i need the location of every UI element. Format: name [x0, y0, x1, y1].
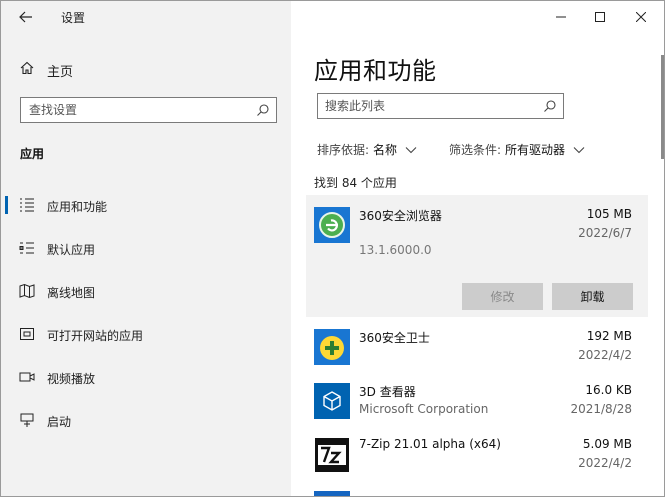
- default-apps-icon: [19, 242, 34, 254]
- minimize-button[interactable]: [546, 5, 576, 29]
- app-name: 7-Zip 21.01 alpha (x64): [359, 437, 501, 451]
- video-playback-icon: [19, 372, 35, 382]
- filter-dropdown[interactable]: 筛选条件: 所有驱动器: [449, 141, 585, 158]
- app-publisher: Microsoft Corporation: [359, 402, 489, 416]
- search-icon[interactable]: [256, 103, 270, 117]
- list-search-input[interactable]: [318, 94, 538, 118]
- list-item[interactable]: 3D 查看器 Microsoft Corporation 16.0 KB 202…: [306, 371, 648, 425]
- app-date: 2021/8/28: [570, 402, 632, 416]
- sidebar-item-home[interactable]: 主页: [1, 53, 291, 85]
- chevron-down-icon: [573, 146, 585, 153]
- sidebar-item-apps-for-websites[interactable]: 可打开网站的应用: [1, 316, 291, 359]
- sidebar-nav: 应用和功能 默认应用 离线地图 可打开网站的应用 视频播放 启动: [1, 187, 291, 445]
- offline-maps-icon: [19, 283, 35, 299]
- filter-value: 所有驱动器: [505, 143, 566, 157]
- next-app-icon-partial: [314, 491, 350, 496]
- settings-search[interactable]: [20, 97, 277, 123]
- sort-label: 排序依据:: [317, 143, 370, 157]
- sidebar-item-apps-features[interactable]: 应用和功能: [1, 187, 291, 230]
- search-icon[interactable]: [543, 99, 557, 113]
- home-icon: [20, 61, 34, 75]
- app-list: 360安全浏览器 105 MB 2022/6/7 13.1.6000.0 修改 …: [306, 195, 648, 479]
- 360-browser-icon: [314, 207, 350, 243]
- modify-button[interactable]: 修改: [462, 283, 543, 310]
- app-date: 2022/4/2: [578, 348, 632, 362]
- sidebar-item-label: 视频播放: [47, 372, 96, 386]
- sidebar-item-label: 启动: [47, 415, 72, 429]
- sort-value: 名称: [373, 143, 398, 157]
- sidebar-item-video-playback[interactable]: 视频播放: [1, 359, 291, 402]
- 3d-viewer-icon: [314, 383, 350, 419]
- close-button[interactable]: [626, 5, 656, 29]
- sidebar-item-label: 应用和功能: [47, 200, 108, 214]
- app-size: 105 MB: [586, 207, 632, 221]
- main-pane: 应用和功能 排序依据: 名称 筛选条件: 所有驱动器 找到 84 个应用: [291, 1, 664, 496]
- back-arrow-icon: [19, 11, 32, 23]
- window-title: 设置: [61, 11, 86, 25]
- list-search[interactable]: [317, 93, 564, 119]
- minimize-icon: [556, 16, 566, 18]
- apps-features-icon: [20, 198, 34, 212]
- uninstall-button[interactable]: 卸载: [552, 283, 633, 310]
- maximize-button[interactable]: [585, 5, 615, 29]
- 7zip-icon: [314, 437, 350, 473]
- app-size: 16.0 KB: [585, 383, 632, 397]
- sidebar-item-label: 可打开网站的应用: [47, 329, 144, 343]
- sidebar-item-default-apps[interactable]: 默认应用: [1, 230, 291, 273]
- app-date: 2022/4/2: [578, 456, 632, 470]
- sidebar-item-startup[interactable]: 启动: [1, 402, 291, 445]
- app-name: 360安全浏览器: [359, 209, 442, 223]
- app-size: 5.09 MB: [582, 437, 632, 451]
- maximize-icon: [595, 12, 605, 22]
- home-label: 主页: [47, 65, 74, 80]
- app-name: 3D 查看器: [359, 385, 416, 399]
- app-version: 13.1.6000.0: [359, 243, 432, 257]
- settings-window: 设置 主页 应用 应用和功能 默认应用 离线地图: [0, 0, 665, 497]
- close-icon: [636, 12, 646, 22]
- app-date: 2022/6/7: [578, 226, 632, 240]
- scrollbar-thumb[interactable]: [661, 55, 664, 159]
- apps-for-websites-icon: [20, 328, 34, 340]
- sidebar: 设置 主页 应用 应用和功能 默认应用 离线地图: [1, 1, 291, 496]
- selection-indicator: [5, 196, 8, 214]
- settings-search-input[interactable]: [21, 98, 251, 122]
- filter-label: 筛选条件:: [449, 143, 502, 157]
- app-size: 192 MB: [586, 329, 632, 343]
- page-title: 应用和功能: [314, 57, 437, 85]
- list-item[interactable]: 360安全卫士 192 MB 2022/4/2: [306, 317, 648, 371]
- back-button[interactable]: [11, 5, 41, 29]
- 360-security-icon: [314, 329, 350, 365]
- section-header-apps: 应用: [20, 147, 45, 161]
- startup-icon: [20, 413, 34, 427]
- app-name: 360安全卫士: [359, 331, 430, 345]
- sidebar-item-label: 默认应用: [47, 243, 96, 257]
- sidebar-item-label: 离线地图: [47, 286, 96, 300]
- found-count: 找到 84 个应用: [314, 176, 397, 190]
- chevron-down-icon: [405, 146, 417, 153]
- sort-dropdown[interactable]: 排序依据: 名称: [317, 141, 417, 158]
- list-item[interactable]: 7-Zip 21.01 alpha (x64) 5.09 MB 2022/4/2: [306, 425, 648, 479]
- sidebar-item-offline-maps[interactable]: 离线地图: [1, 273, 291, 316]
- list-item[interactable]: 360安全浏览器 105 MB 2022/6/7 13.1.6000.0 修改 …: [306, 195, 648, 317]
